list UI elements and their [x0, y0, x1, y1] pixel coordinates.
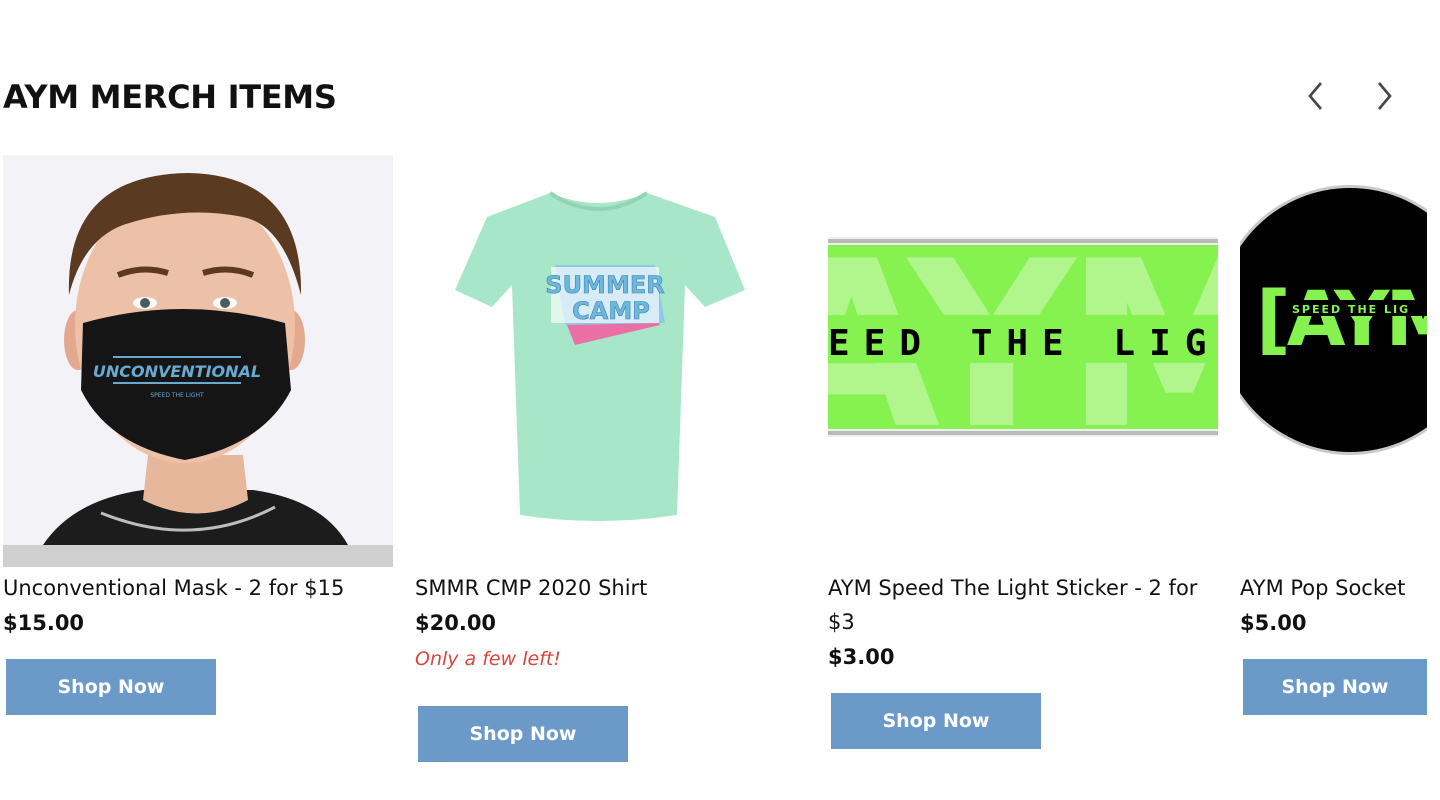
section-title: AYM MERCH ITEMS — [3, 78, 337, 116]
carousel-next-button[interactable] — [1366, 78, 1402, 114]
product-card-sticker[interactable]: AYM EED THE LIG AYM Speed The Light Stic… — [828, 155, 1218, 749]
carousel-prev-button[interactable] — [1298, 78, 1334, 114]
product-image-sticker[interactable]: AYM EED THE LIG — [828, 155, 1218, 567]
product-image-shirt[interactable]: SUMMER CAMP — [415, 155, 805, 567]
product-price: $5.00 — [1240, 611, 1307, 635]
product-price: $20.00 — [415, 611, 497, 635]
chevron-left-icon — [1308, 82, 1322, 110]
product-name[interactable]: AYM Pop Socket — [1240, 571, 1405, 605]
shirt-print-line1: SUMMER — [545, 271, 664, 299]
sticker-illustration: AYM EED THE LIG — [828, 213, 1218, 480]
product-name-line2[interactable]: $3 — [828, 605, 855, 639]
product-card-shirt[interactable]: SUMMER CAMP SMMR CMP 2020 Shirt $20.00 O… — [415, 155, 805, 762]
product-name[interactable]: Unconventional Mask - 2 for $15 — [3, 571, 344, 605]
product-price: $3.00 — [828, 645, 895, 669]
mask-print-text: UNCONVENTIONAL — [93, 362, 261, 381]
popsocket-big-text: [AYM — [1256, 274, 1427, 363]
shirt-print-line2: CAMP — [572, 297, 650, 325]
product-name[interactable]: SMMR CMP 2020 Shirt — [415, 571, 647, 605]
mask-print-subtext: SPEED THE LIGHT — [150, 392, 204, 399]
product-price: $15.00 — [3, 611, 85, 635]
product-image-popsocket[interactable]: [AYM SPEED THE LIG — [1240, 155, 1427, 567]
shop-now-button[interactable]: Shop Now — [6, 659, 216, 715]
shop-now-button[interactable]: Shop Now — [1243, 659, 1427, 715]
popsocket-illustration: [AYM SPEED THE LIG — [1240, 185, 1427, 455]
mask-photo-illustration: UNCONVENTIONAL SPEED THE LIGHT — [3, 155, 393, 567]
product-image-mask[interactable]: UNCONVENTIONAL SPEED THE LIGHT — [3, 155, 393, 567]
product-name-line1[interactable]: AYM Speed The Light Sticker - 2 for — [828, 571, 1197, 605]
shop-now-button[interactable]: Shop Now — [418, 706, 628, 762]
shop-now-button[interactable]: Shop Now — [831, 693, 1041, 749]
sticker-band-text: EED THE LIG — [828, 323, 1218, 364]
product-carousel: UNCONVENTIONAL SPEED THE LIGHT Unconvent… — [0, 155, 1440, 795]
product-card-popsocket[interactable]: [AYM SPEED THE LIG AYM Pop Socket $5.00 … — [1240, 155, 1440, 715]
low-stock-note: Only a few left! — [415, 648, 561, 670]
tshirt-illustration: SUMMER CAMP — [455, 191, 745, 521]
chevron-right-icon — [1378, 82, 1392, 110]
product-card-mask[interactable]: UNCONVENTIONAL SPEED THE LIGHT Unconvent… — [3, 155, 393, 715]
popsocket-small-text: SPEED THE LIG — [1292, 303, 1410, 316]
